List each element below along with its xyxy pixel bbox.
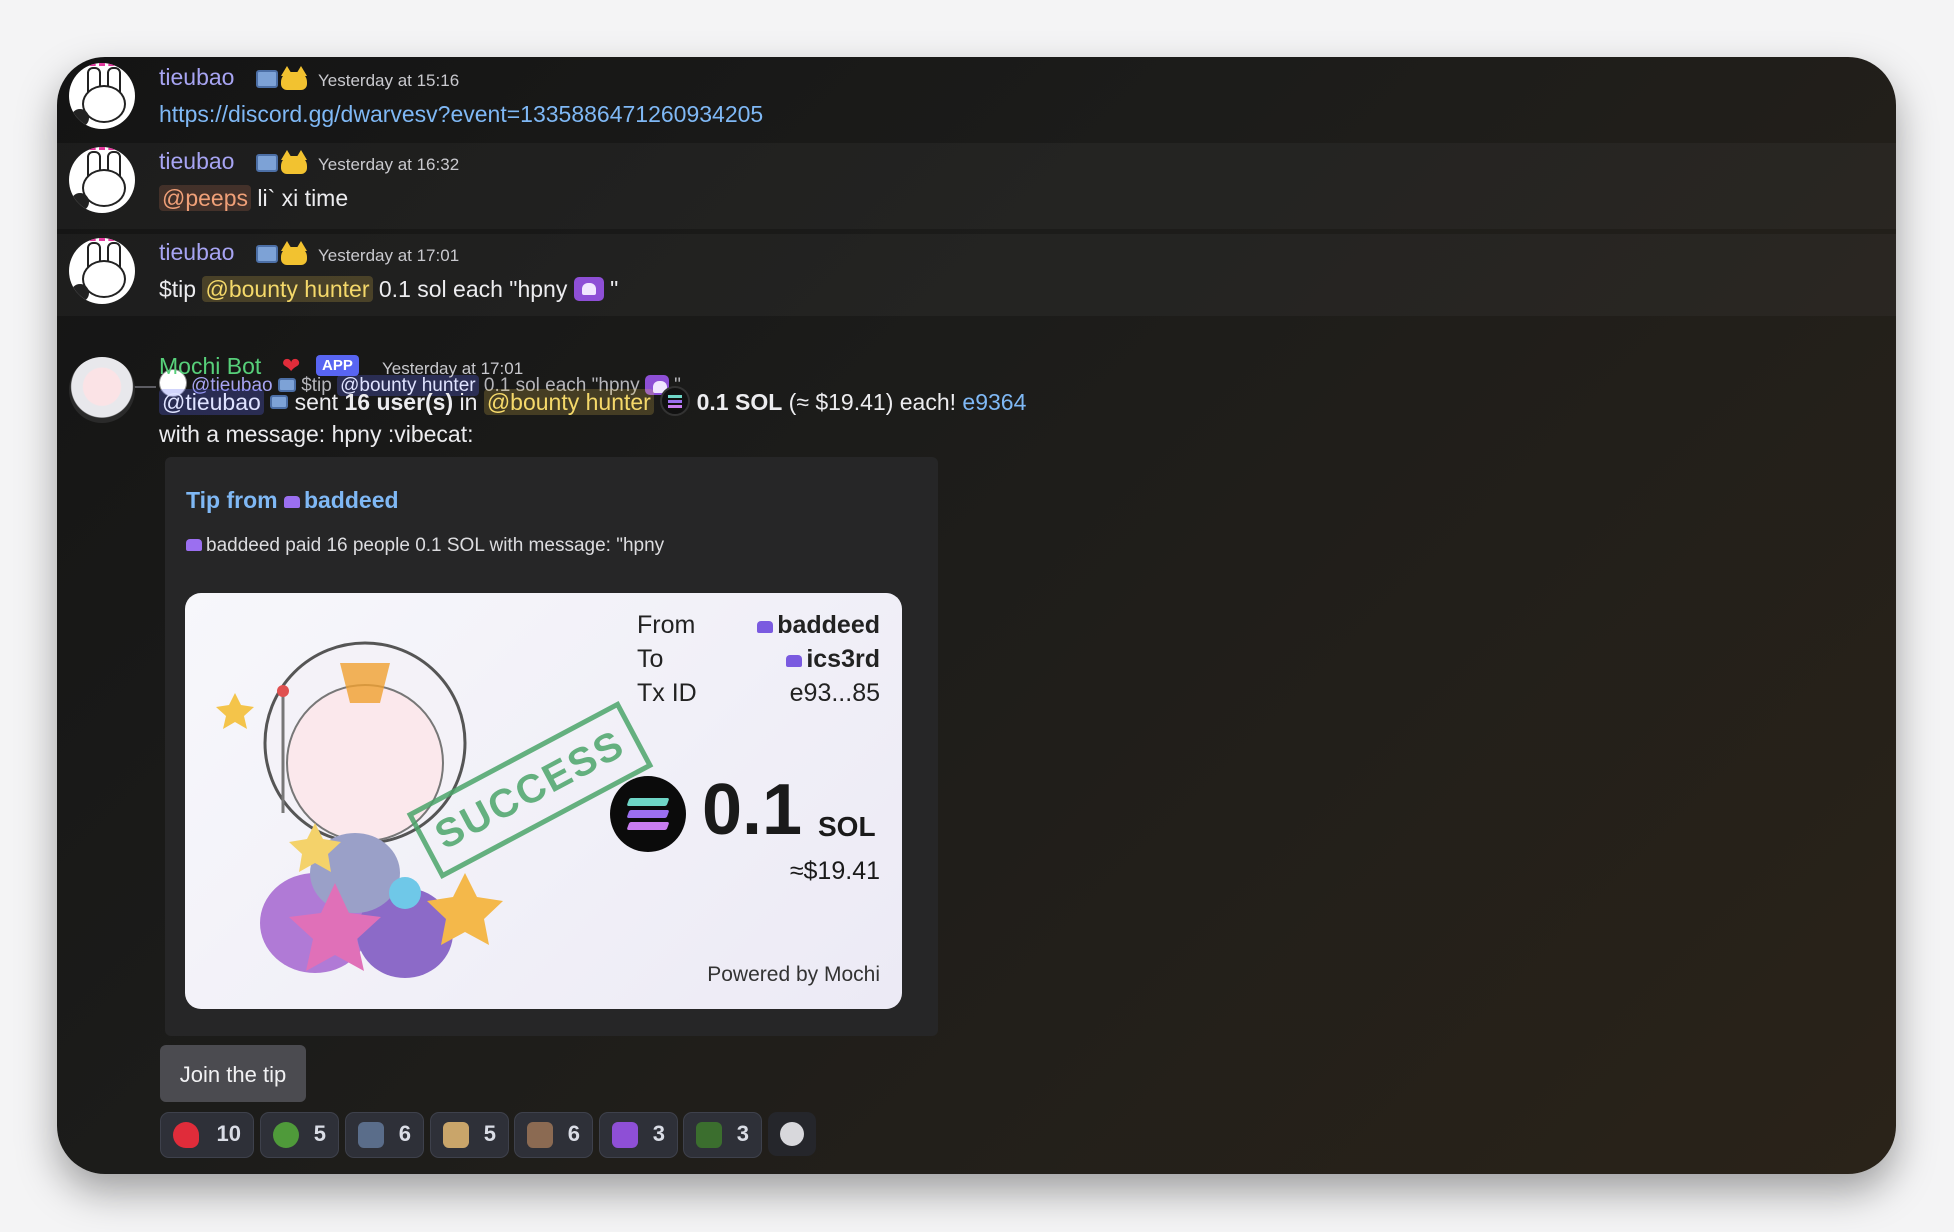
solana-icon <box>660 386 691 416</box>
solana-logo-icon <box>610 776 686 852</box>
timestamp: Yesterday at 17:01 <box>382 359 524 378</box>
hpny-icon <box>612 1122 638 1148</box>
reaction-heart[interactable]: 10 <box>160 1112 254 1158</box>
bot-message-line-2: with a message: hpny :vibecat: <box>159 421 474 447</box>
reaction-cat[interactable]: 5 <box>430 1112 509 1158</box>
tip-embed: Tip from baddeed baddeed paid 16 people … <box>165 457 938 1036</box>
avatar[interactable] <box>69 238 135 304</box>
timestamp: Yesterday at 17:01 <box>318 246 460 265</box>
hpny-emoji-icon <box>573 277 604 301</box>
username[interactable]: tieubao <box>159 64 234 91</box>
bot-name[interactable]: Mochi Bot <box>159 353 261 380</box>
smiley-icon <box>780 1122 804 1146</box>
mention-bounty-hunter[interactable]: @bounty hunter <box>202 276 373 302</box>
receipt-powered-by: Powered by Mochi <box>707 963 880 986</box>
timestamp: Yesterday at 16:32 <box>318 155 460 174</box>
username[interactable]: tieubao <box>159 239 234 266</box>
alien-icon <box>757 621 774 633</box>
alien-icon <box>786 655 803 667</box>
receipt-unit: SOL <box>818 811 876 842</box>
mochi-bot-avatar[interactable] <box>69 357 135 423</box>
pikachu-icon <box>279 150 309 174</box>
receipt-from-value: baddeed <box>757 611 880 640</box>
pikachu-icon <box>279 241 309 265</box>
message-3: tieubao Yesterday at 17:01 $tip @bounty … <box>57 234 1896 316</box>
message-content: $tip @bounty hunter 0.1 sol each "hpny " <box>159 276 619 302</box>
message-link[interactable]: https://discord.gg/dwarvesv?event=133588… <box>159 101 763 128</box>
tip-receipt-image[interactable]: SUCCESS From baddeed To ics3rd Tx ID e93… <box>185 593 902 1009</box>
pepe-icon <box>273 1122 299 1148</box>
message-content: @peeps li` xi time <box>159 185 348 212</box>
reaction-pepe-drawing[interactable]: 6 <box>345 1112 424 1158</box>
receipt-to-label: To <box>637 645 664 673</box>
tx-link[interactable]: e9364 <box>962 389 1026 415</box>
reaction-pepe-hat[interactable]: 3 <box>683 1112 762 1158</box>
message-1: tieubao Yesterday at 15:16 https://disco… <box>57 57 1896 129</box>
avatar[interactable] <box>69 147 135 213</box>
username[interactable]: tieubao <box>159 148 234 175</box>
chat-window: tieubao Yesterday at 15:16 https://disco… <box>57 57 1896 1174</box>
receipt-tx-label: Tx ID <box>637 679 697 707</box>
role-icon <box>256 245 278 263</box>
role-icon <box>256 70 278 88</box>
reaction-pepe[interactable]: 5 <box>260 1112 339 1158</box>
role-icon <box>270 395 289 409</box>
receipt-amount: 0.1 <box>702 770 803 850</box>
message-2: tieubao Yesterday at 16:32 @peeps li` xi… <box>57 143 1896 229</box>
reaction-hpny[interactable]: 3 <box>599 1112 678 1158</box>
mention-tieubao[interactable]: @tieubao <box>159 389 264 415</box>
cat-icon <box>443 1122 469 1148</box>
avatar[interactable] <box>69 63 135 129</box>
receipt-from-label: From <box>637 611 696 639</box>
app-badge: APP <box>316 355 359 376</box>
join-tip-button[interactable]: Join the tip <box>160 1045 306 1102</box>
heart-icon: ❤ <box>282 353 301 378</box>
pepe-hat-icon <box>696 1122 722 1148</box>
cat-photo-icon <box>527 1122 553 1148</box>
mention-peeps[interactable]: @peeps <box>159 185 252 211</box>
embed-title[interactable]: Tip from baddeed <box>186 487 399 514</box>
embed-description: baddeed paid 16 people 0.1 SOL with mess… <box>186 535 664 557</box>
add-reaction-button[interactable] <box>768 1112 816 1156</box>
alien-icon <box>283 496 300 508</box>
receipt-usd: ≈$19.41 <box>789 857 880 885</box>
mention-bounty-hunter[interactable]: @bounty hunter <box>483 389 654 415</box>
pepe-drawing-icon <box>358 1122 384 1148</box>
receipt-to-value: ics3rd <box>786 645 880 674</box>
pikachu-icon <box>279 66 309 90</box>
heart-icon <box>173 1122 199 1148</box>
reaction-cat-photo[interactable]: 6 <box>514 1112 593 1158</box>
alien-icon <box>186 539 202 551</box>
receipt-tx-value: e93...85 <box>789 679 880 707</box>
timestamp: Yesterday at 15:16 <box>318 71 460 90</box>
bot-message-line-1: @tieubao sent 16 user(s) in @bounty hunt… <box>159 386 1026 416</box>
role-icon <box>256 154 278 172</box>
